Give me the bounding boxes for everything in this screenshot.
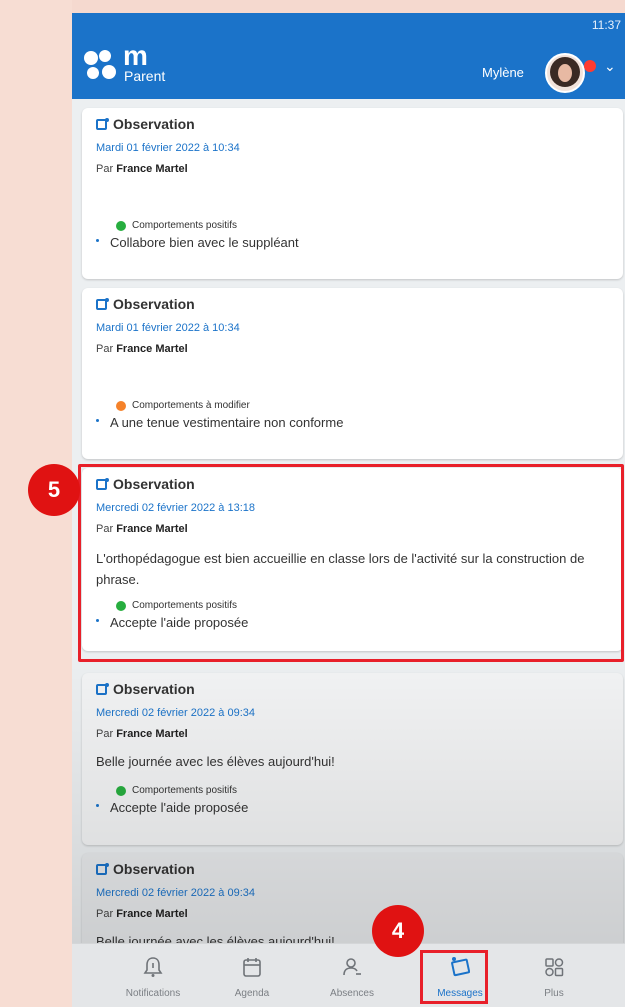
step-badge-4: 4 <box>372 905 424 957</box>
behavior: Comportements positifs Collabore bien av… <box>96 220 299 250</box>
status-dot-icon <box>116 220 126 231</box>
behavior: Comportements à modifier A une tenue ves… <box>96 400 343 430</box>
card-date: Mardi 01 février 2022 à 10:34 <box>96 322 240 334</box>
observation-icon <box>96 297 109 310</box>
observation-icon <box>96 862 109 875</box>
card-author: Par France Martel <box>96 728 188 740</box>
calendar-icon <box>243 958 261 977</box>
card-author: Par France Martel <box>96 163 188 175</box>
observation-card[interactable]: Observation Mardi 01 février 2022 à 10:3… <box>82 108 623 279</box>
status-time: 11:37 <box>591 18 621 32</box>
card-author: Par France Martel <box>96 343 188 355</box>
bell-icon <box>143 957 163 977</box>
card-type: Observation <box>113 861 195 877</box>
user-name[interactable]: Mylène <box>482 65 524 80</box>
card-type: Observation <box>113 116 195 132</box>
behavior: Comportements positifs Accepte l'aide pr… <box>96 600 248 630</box>
notification-dot-icon <box>584 60 596 72</box>
chevron-down-icon[interactable]: ⌄ <box>604 58 616 75</box>
behavior-text: Accepte l'aide proposée <box>96 615 248 630</box>
observation-icon <box>96 117 109 130</box>
card-comment: L'orthopédagogue est bien accueillie en … <box>96 551 585 587</box>
nav-agenda[interactable]: Agenda <box>202 944 302 1007</box>
observation-card[interactable]: Observation Mercredi 02 février 2022 à 0… <box>82 673 623 845</box>
behavior-text: A une tenue vestimentaire non conforme <box>96 415 343 430</box>
card-comment: Belle journée avec les élèves aujourd'hu… <box>96 754 335 769</box>
behavior-type: Comportements positifs <box>132 600 238 611</box>
card-type: Observation <box>113 296 195 312</box>
card-date: Mercredi 02 février 2022 à 09:34 <box>96 707 255 719</box>
card-type: Observation <box>113 681 195 697</box>
nav-label: Notifications <box>125 988 181 999</box>
logo-dots-icon <box>84 50 116 79</box>
logo-subtitle: Parent <box>124 68 166 84</box>
step-badge-5: 5 <box>28 464 80 516</box>
bottom-nav: Notifications Agenda Absences Messages P… <box>72 943 625 1007</box>
behavior-text: Accepte l'aide proposée <box>96 800 248 815</box>
more-icon <box>545 958 564 977</box>
nav-label: Absences <box>330 988 374 999</box>
behavior: Comportements positifs Accepte l'aide pr… <box>96 785 248 815</box>
behavior-type: Comportements positifs <box>132 785 238 796</box>
person-icon <box>343 958 361 976</box>
avatar[interactable] <box>545 53 585 93</box>
behavior-text: Collabore bien avec le suppléant <box>96 235 299 250</box>
observation-icon <box>96 682 109 695</box>
card-date: Mardi 01 février 2022 à 10:34 <box>96 142 240 154</box>
status-dot-icon <box>116 600 126 611</box>
status-dot-icon <box>116 400 126 411</box>
card-date: Mercredi 02 février 2022 à 13:18 <box>96 502 255 514</box>
messages-icon <box>451 957 470 977</box>
app-header: 11:37 m Parent Mylène ⌄ <box>72 13 625 99</box>
nav-label: Plus <box>544 988 564 999</box>
behavior-type: Comportements positifs <box>132 220 238 231</box>
card-type: Observation <box>113 476 195 492</box>
observation-card-highlighted[interactable]: Observation Mercredi 02 février 2022 à 1… <box>82 468 623 651</box>
card-date: Mercredi 02 février 2022 à 09:34 <box>96 887 255 899</box>
behavior-type: Comportements à modifier <box>132 400 250 411</box>
status-dot-icon <box>116 785 126 796</box>
nav-label: Messages <box>437 988 483 999</box>
app-logo: m Parent <box>83 40 203 86</box>
phone-screen: 11:37 m Parent Mylène ⌄ Observation Mard… <box>72 13 625 1007</box>
nav-label: Agenda <box>234 988 270 999</box>
nav-notifications[interactable]: Notifications <box>103 944 203 1007</box>
observation-card[interactable]: Observation Mardi 01 février 2022 à 10:3… <box>82 288 623 459</box>
nav-more[interactable]: Plus <box>504 944 604 1007</box>
card-author: Par France Martel <box>96 908 188 920</box>
nav-messages[interactable]: Messages <box>410 944 510 1007</box>
observation-icon <box>96 477 109 490</box>
card-author: Par France Martel <box>96 523 188 535</box>
